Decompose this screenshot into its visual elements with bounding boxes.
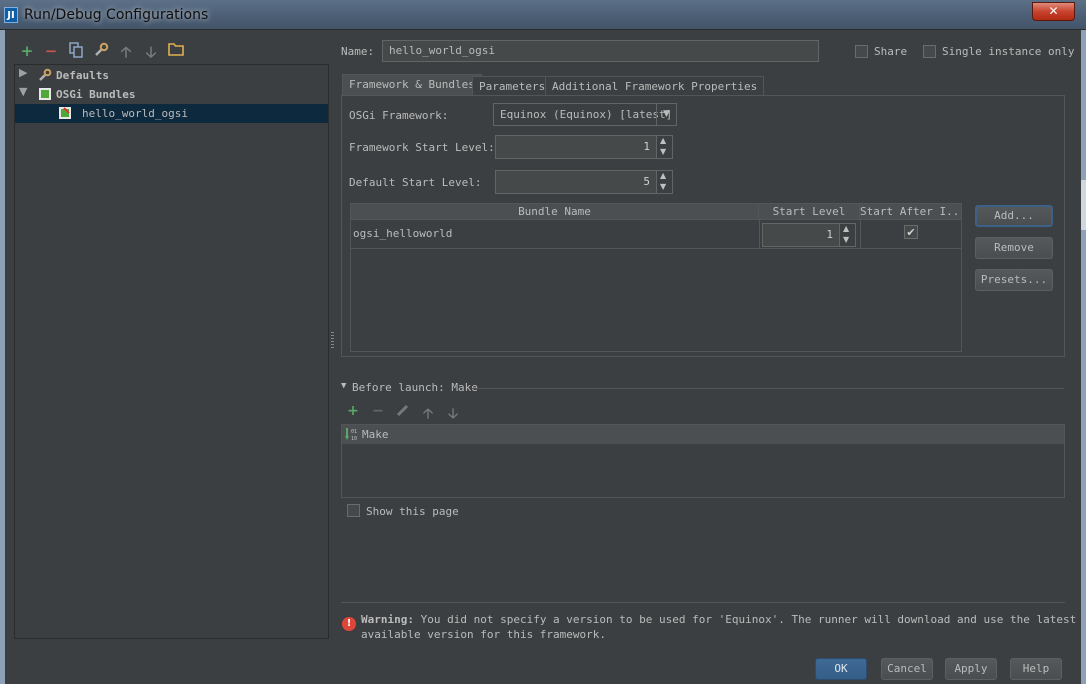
move-up-icon[interactable]: 🡡 [421,403,435,422]
collapse-triangle-icon[interactable]: ▼ [341,381,346,391]
spinner-buttons[interactable]: ▲ ▼ [656,171,672,193]
spin-down-icon[interactable]: ▼ [660,147,666,157]
spinner-buttons[interactable]: ▲ ▼ [656,136,672,158]
warning-title: Warning: [361,613,414,626]
ok-button[interactable]: OK [815,658,867,680]
config-toolbar: + − 🡡 🡣 [15,40,315,62]
single-instance-checkbox[interactable] [923,45,936,58]
move-down-icon[interactable]: 🡣 [143,42,159,61]
default-start-level-spinner[interactable]: 5 ▲ ▼ [495,170,673,194]
chevron-down-icon: ▼ [656,104,676,125]
osgi-framework-select[interactable]: Equinox (Equinox) [latest] ▼ [493,103,677,126]
window-title: Run/Debug Configurations [24,7,209,23]
name-field[interactable]: hello_world_ogsi [382,40,819,62]
wrench-icon [38,68,52,82]
apply-button[interactable]: Apply [945,658,997,680]
remove-icon[interactable]: − [43,42,59,60]
show-page-label: Show this page [366,505,459,518]
window-left-edge [0,30,5,684]
bundle-start-level-value: 1 [826,228,833,241]
framework-start-level-spinner[interactable]: 1 ▲ ▼ [495,135,673,159]
default-start-level-label: Default Start Level: [349,176,482,189]
presets-button[interactable]: Presets... [975,269,1053,291]
share-checkbox[interactable] [855,45,868,58]
tab-additional-framework-properties[interactable]: Additional Framework Properties [545,76,765,96]
remove-bundle-button[interactable]: Remove [975,237,1053,259]
single-instance-label: Single instance only [942,45,1075,58]
move-down-icon[interactable]: 🡣 [446,403,460,422]
section-divider [472,388,1064,389]
name-label: Name: [341,45,375,58]
column-divider [759,220,760,249]
title-bar: JI Run/Debug Configurations ✕ [0,0,1086,30]
settings-icon[interactable] [93,42,109,58]
start-after-install-checkbox[interactable]: ✔ [904,225,918,239]
svg-text:01: 01 [351,429,357,435]
warning-message: Warning: You did not specify a version t… [361,613,1076,626]
add-icon[interactable]: + [19,42,35,60]
column-header-start-level[interactable]: Start Level [759,204,860,220]
add-bundle-button[interactable]: Add... [975,205,1053,227]
tree-item-hello-world-ogsi[interactable]: hello_world_ogsi [15,104,328,123]
tree-item-osgi-bundles[interactable]: ▼ OSGi Bundles [15,85,328,104]
warning-icon: ! [342,617,356,631]
svg-text:10: 10 [351,436,357,441]
show-page-checkbox[interactable] [347,504,360,517]
list-item[interactable]: 01 10 Make [342,425,1064,444]
spin-up-icon[interactable]: ▲ [660,136,666,146]
collapse-arrow-icon[interactable]: ▼ [19,85,29,98]
cancel-button[interactable]: Cancel [881,658,933,680]
share-label: Share [874,45,908,58]
default-start-level-value: 5 [643,175,650,188]
column-header-bundle-name[interactable]: Bundle Name [351,204,759,220]
help-button[interactable]: Help [1010,658,1062,680]
table-row[interactable]: ogsi_helloworld 1 ▲ ▼ ✔ [351,220,961,249]
make-icon: 01 10 [345,427,359,442]
spin-down-icon[interactable]: ▼ [660,182,666,192]
tab-framework-bundles[interactable]: Framework & Bundles [342,74,482,96]
expand-arrow-icon[interactable]: ▶ [19,66,29,79]
column-header-start-after-install[interactable]: Start After I... [860,204,961,220]
bundle-table[interactable]: Bundle Name Start Level Start After I...… [350,203,962,352]
spinner-buttons[interactable]: ▲ ▼ [839,224,855,246]
list-item-label: Make [362,428,389,441]
spin-up-icon[interactable]: ▲ [843,224,849,234]
tree-item-label: hello_world_ogsi [82,107,188,120]
warning-divider [341,602,1065,603]
framework-start-level-label: Framework Start Level: [349,141,495,154]
spin-up-icon[interactable]: ▲ [660,171,666,181]
bundle-start-level-spinner[interactable]: 1 ▲ ▼ [762,223,856,247]
copy-icon[interactable] [68,42,84,58]
tree-item-label: Defaults [56,69,109,82]
tab-parameters[interactable]: Parameters [472,76,553,96]
window-right-edge[interactable] [1081,30,1086,684]
before-launch-label[interactable]: Before launch: Make [352,381,478,394]
intellij-app-icon: JI [4,7,18,23]
bundle-name-cell: ogsi_helloworld [353,227,453,240]
osgi-icon [38,87,52,101]
folder-icon[interactable] [168,42,184,58]
warning-line1: You did not specify a version to be used… [420,613,1077,626]
add-icon[interactable]: + [346,403,360,419]
osgi-config-icon [58,106,72,120]
remove-icon[interactable]: − [371,403,385,419]
splitter-handle[interactable] [331,332,334,348]
osgi-framework-value: Equinox (Equinox) [latest] [500,108,673,121]
move-up-icon[interactable]: 🡡 [118,42,134,61]
framework-start-level-value: 1 [643,140,650,153]
before-launch-list[interactable]: 01 10 Make [341,424,1065,498]
edit-icon[interactable] [396,403,410,417]
close-button[interactable]: ✕ [1032,2,1075,21]
configuration-tree[interactable]: ▶ Defaults ▼ OSGi Bundles hello_world_og… [14,64,329,639]
tree-item-label: OSGi Bundles [56,88,136,101]
spin-down-icon[interactable]: ▼ [843,235,849,245]
tree-item-defaults[interactable]: ▶ Defaults [15,66,328,85]
osgi-framework-label: OSGi Framework: [349,109,449,122]
resize-thumb[interactable] [1081,180,1086,230]
column-divider [860,220,861,249]
warning-line2: available version for this framework. [361,628,607,641]
